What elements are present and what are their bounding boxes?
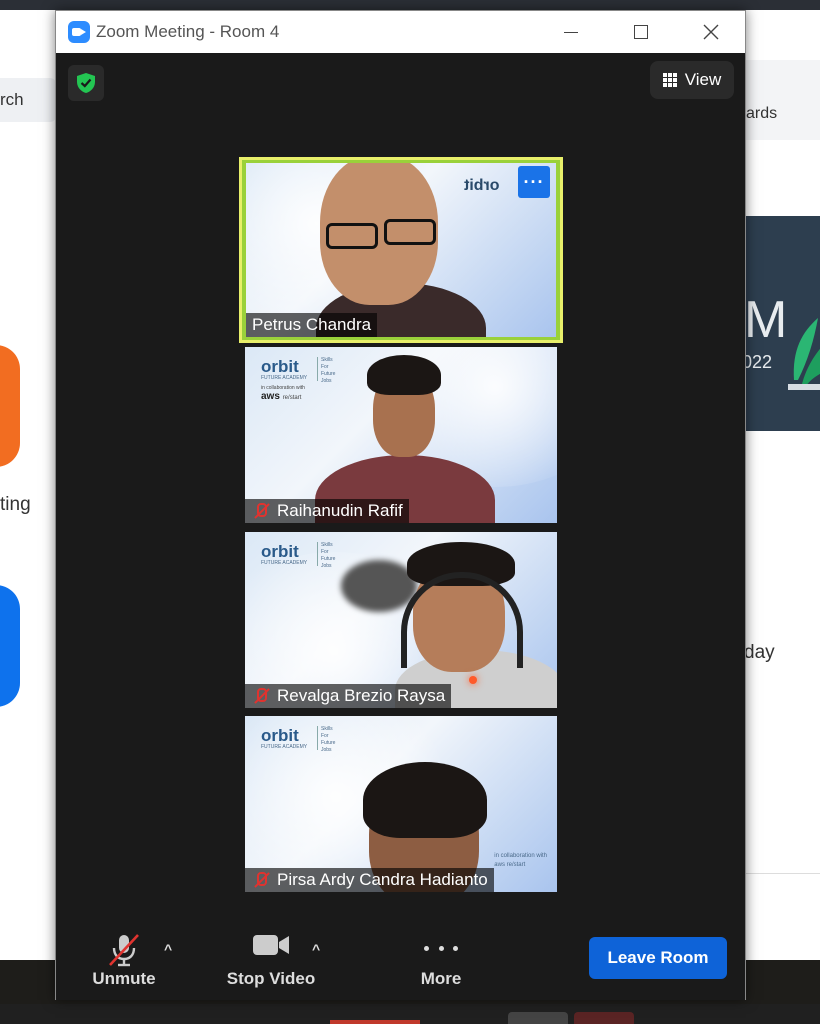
zoom-app-icon (68, 21, 90, 43)
taskbar-item-b[interactable] (574, 1012, 634, 1024)
participant-name: Pirsa Ardy Candra Hadianto (277, 870, 488, 889)
unmute-label: Unmute (92, 969, 156, 988)
bg-right-panel (744, 60, 820, 960)
participant-name-bar: Raihanudin Rafif (245, 499, 409, 523)
aws-logo: aws re/start (261, 391, 302, 402)
blur-shape (341, 560, 417, 612)
participant-tile-raihanudin[interactable]: orbit FUTURE ACADEMY Skills For Future Jo… (245, 347, 557, 523)
more-label: More (420, 969, 462, 988)
logo-tagline: Skills For Future Jobs (317, 357, 339, 384)
stop-video-button[interactable]: Stop Video (206, 921, 336, 997)
minimize-button[interactable] (536, 11, 606, 53)
orbit-logo: orbit FUTURE ACADEMY (261, 726, 308, 750)
collaboration-note: in collaboration with aws re/start (494, 853, 547, 868)
plant-icon (788, 318, 820, 390)
view-button[interactable]: View (650, 61, 734, 99)
title-bar[interactable]: Zoom Meeting - Room 4 (56, 11, 745, 53)
bg-meeting-label: ting (0, 494, 31, 515)
mirrored-logo: orbit (464, 177, 500, 194)
taskbar-item-a[interactable] (508, 1012, 568, 1024)
participant-name-bar: Revalga Brezio Raysa (245, 684, 452, 708)
logo-tagline: Skills For Future Jobs (317, 542, 339, 569)
participant-name: Raihanudin Rafif (277, 501, 403, 520)
bg-banner-year: 022 (742, 352, 773, 372)
close-button[interactable] (676, 11, 746, 53)
headset-light-icon (469, 676, 477, 684)
participant-video: orbit FUTURE ACADEMY Skills For Future Jo… (245, 716, 557, 892)
bg-banner-letter: M (744, 291, 788, 349)
close-icon (703, 24, 719, 40)
participant-tile-revalga[interactable]: orbit FUTURE ACADEMY Skills For Future Jo… (245, 532, 557, 708)
hair-shape (363, 762, 487, 838)
participant-name: Petrus Chandra (252, 315, 372, 334)
bg-new-meeting-button[interactable] (0, 345, 20, 467)
bg-schedule-button[interactable] (0, 585, 20, 707)
participant-name-bar: Petrus Chandra (246, 313, 378, 337)
shield-icon (77, 73, 95, 93)
view-label: View (684, 70, 722, 89)
participant-video: orbit (246, 163, 556, 337)
participant-tile-petrus[interactable]: orbit ··· Petrus Chandra (239, 157, 563, 343)
tile-more-options-button[interactable]: ··· (518, 166, 550, 198)
minimize-icon (564, 31, 578, 33)
unmute-button[interactable]: Unmute (76, 921, 172, 997)
muted-mic-icon (251, 502, 269, 520)
bg-cards-tab[interactable] (744, 60, 820, 140)
glasses-right-icon (384, 219, 436, 245)
hair-shape (367, 355, 441, 395)
meeting-content: View orbit ··· Petrus Chandra orbit FUTU… (56, 53, 745, 1000)
audio-options-chevron-up-icon[interactable]: ^ (164, 941, 178, 957)
meeting-toolbar: Unmute ^ Stop Video ^ More Leave Room (56, 921, 745, 1001)
logo-tagline: Skills For Future Jobs (317, 726, 339, 753)
orbit-logo: orbit FUTURE ACADEMY (261, 542, 308, 566)
zoom-window: Zoom Meeting - Room 4 View orbit ··· Pet… (55, 10, 746, 1000)
participant-video: orbit FUTURE ACADEMY Skills For Future Jo… (245, 532, 557, 708)
glasses-left-icon (326, 223, 378, 249)
grid-view-icon (662, 73, 677, 87)
maximize-icon (634, 25, 648, 39)
maximize-button[interactable] (606, 11, 676, 53)
video-options-chevron-up-icon[interactable]: ^ (312, 941, 326, 957)
participant-name-bar: Pirsa Ardy Candra Hadianto (245, 868, 494, 892)
more-button[interactable]: More (396, 921, 486, 997)
bg-search-text: rch (0, 90, 24, 109)
leave-room-button[interactable]: Leave Room (589, 937, 727, 979)
participant-tile-pirsa[interactable]: orbit FUTURE ACADEMY Skills For Future Jo… (245, 716, 557, 892)
bg-cards-label: ards (746, 105, 778, 122)
desktop-top-strip (0, 0, 820, 10)
video-camera-icon (253, 935, 289, 955)
bg-today-label: day (744, 642, 775, 663)
participant-name: Revalga Brezio Raysa (277, 686, 446, 705)
participant-video: orbit FUTURE ACADEMY Skills For Future Jo… (245, 347, 557, 523)
orbit-logo: orbit FUTURE ACADEMY (261, 357, 308, 381)
muted-mic-icon (251, 871, 269, 889)
muted-mic-icon (251, 687, 269, 705)
more-dots-icon (424, 943, 458, 953)
taskbar-indicator (330, 1020, 420, 1024)
window-title: Zoom Meeting - Room 4 (96, 22, 280, 41)
bg-divider (744, 873, 820, 874)
security-button[interactable] (68, 65, 104, 101)
muted-microphone-icon (109, 934, 139, 967)
stop-video-label: Stop Video (226, 969, 316, 988)
